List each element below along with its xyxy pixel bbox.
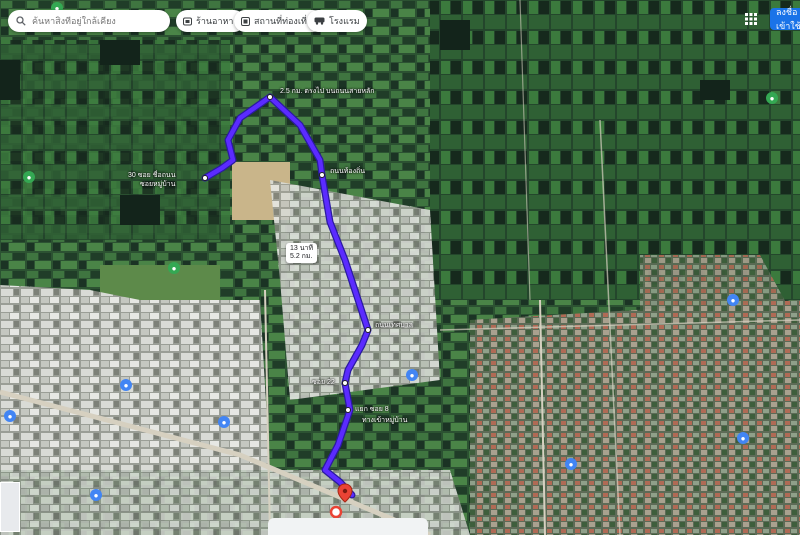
- poi-place-icon[interactable]: ●: [90, 489, 102, 501]
- chip-label: ร้านอาหาร: [196, 16, 239, 26]
- route-step-label: ถนนเทศบาล: [375, 322, 413, 329]
- route-step-label: ทางเข้าหมู่บ้าน: [362, 417, 408, 424]
- restaurant-icon: [183, 17, 192, 26]
- poi-park-icon[interactable]: ●: [766, 92, 778, 104]
- satellite-map[interactable]: [0, 0, 800, 535]
- chip-hotels[interactable]: โรงแรม: [307, 10, 367, 32]
- chip-label: โรงแรม: [329, 16, 360, 26]
- poi-place-icon[interactable]: ●: [406, 369, 418, 381]
- apps-grid-icon[interactable]: [742, 10, 760, 28]
- route-step-label: 30 ซอย ชื่อถนน: [128, 172, 176, 179]
- poi-park-icon[interactable]: ●: [168, 262, 180, 274]
- poi-place-icon[interactable]: ●: [218, 416, 230, 428]
- poi-place-icon[interactable]: ●: [727, 294, 739, 306]
- route-step-label: ซอย 22: [312, 379, 335, 386]
- route-distance-text: 5.2 กม.: [290, 253, 313, 260]
- poi-place-icon[interactable]: ●: [4, 410, 16, 422]
- route-duration-text: 13 นาที: [290, 245, 314, 252]
- layers-toggle-button[interactable]: [0, 482, 20, 532]
- route-step-label: แยก ซอย 8: [355, 406, 389, 413]
- poi-park-icon[interactable]: ●: [23, 171, 35, 183]
- bottom-panel-handle[interactable]: [268, 518, 428, 535]
- transit-icon: [314, 17, 325, 25]
- hotel-icon: [241, 16, 250, 26]
- poi-place-icon[interactable]: ●: [120, 379, 132, 391]
- search-box[interactable]: [8, 10, 170, 32]
- poi-place-icon[interactable]: ●: [737, 432, 749, 444]
- farmland-northwest: [0, 40, 230, 240]
- poi-place-icon[interactable]: ●: [565, 458, 577, 470]
- signin-button[interactable]: ลงชื่อเข้าใช้: [770, 7, 800, 31]
- route-step-label: ซอยหมู่บ้าน: [140, 181, 176, 188]
- route-step-label: ถนนท้องถิ่น: [330, 168, 366, 175]
- industrial-area-west: [0, 285, 270, 470]
- search-input[interactable]: [32, 16, 162, 26]
- village-area-east: [470, 300, 800, 535]
- route-step-label: 2.5 กม. ตรงไป บนถนนสายหลัก: [280, 88, 375, 95]
- origin-dot-icon[interactable]: [329, 505, 343, 519]
- route-duration-box[interactable]: 13 นาที 5.2 กม.: [286, 243, 318, 263]
- search-icon[interactable]: [14, 14, 28, 28]
